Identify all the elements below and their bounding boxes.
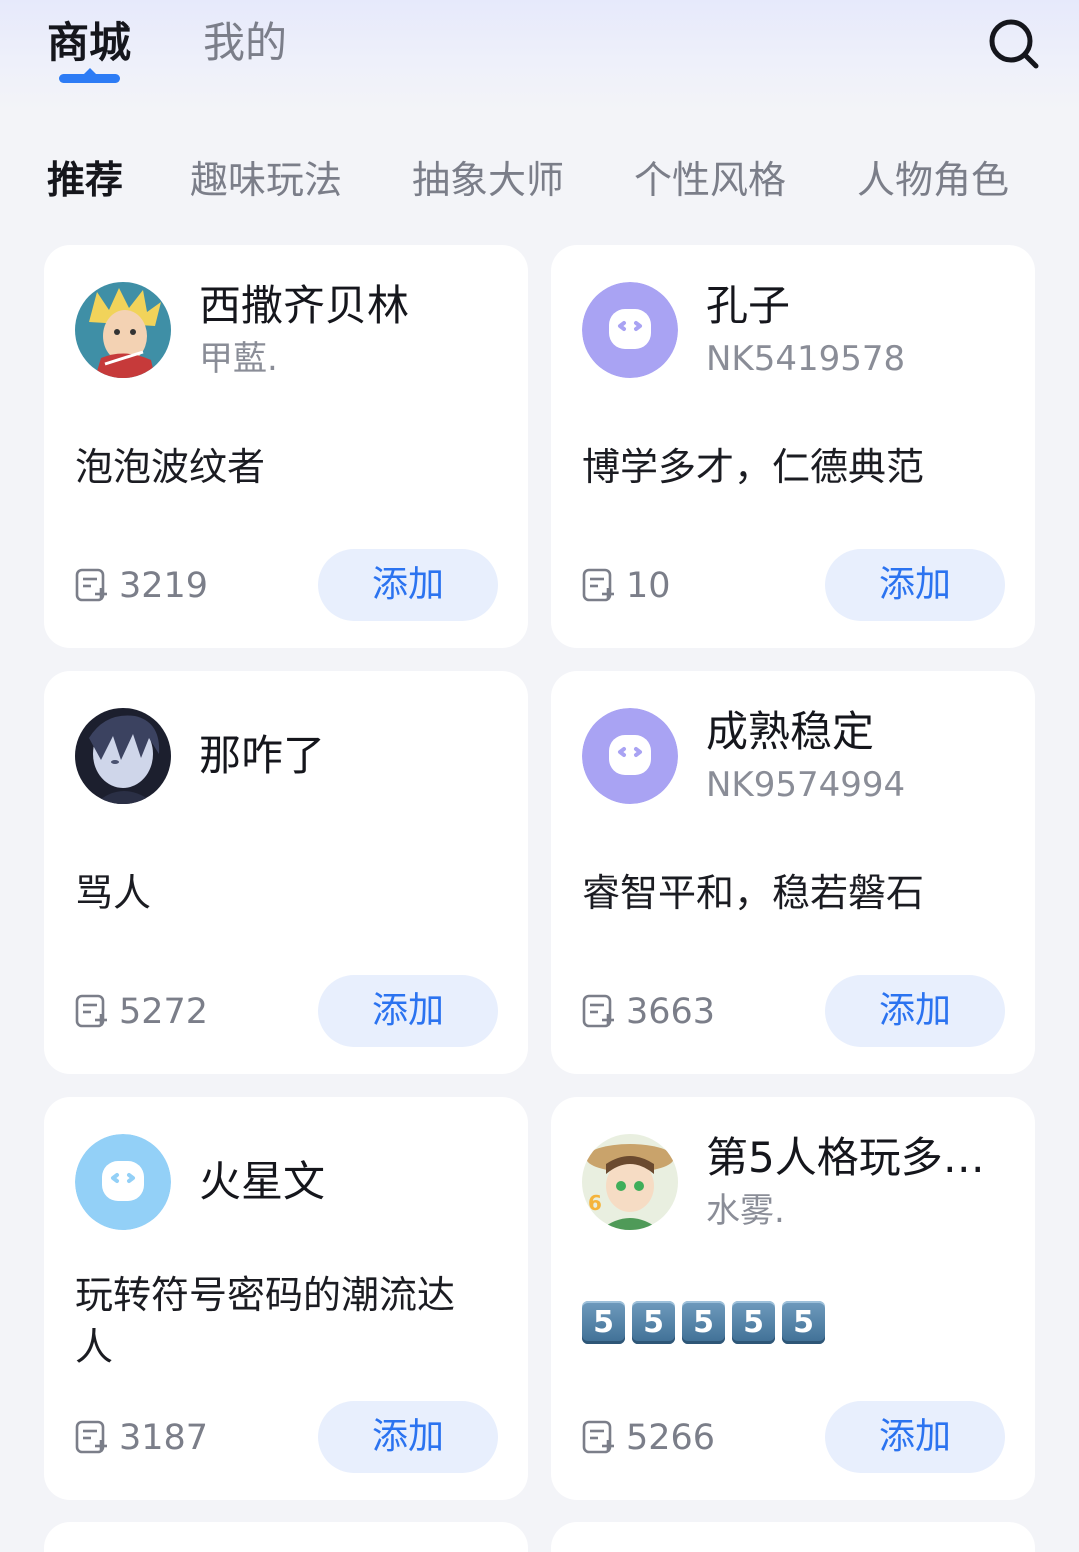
keycap-5: 5 (682, 1301, 725, 1344)
author-name: 甲藍. (199, 339, 278, 379)
add-button[interactable]: 添加 (825, 975, 1005, 1047)
character-card-partial[interactable] (44, 1522, 528, 1552)
add-button[interactable]: 添加 (318, 1401, 498, 1473)
avatar (75, 1134, 171, 1230)
bot-icon (582, 708, 678, 804)
search-icon (989, 19, 1039, 69)
add-button[interactable]: 添加 (318, 549, 498, 621)
character-description: 骂人 (75, 871, 152, 915)
chat-add-icon (75, 1420, 107, 1454)
avatar (582, 708, 678, 804)
tab-active-indicator (59, 68, 120, 83)
character-card-partial[interactable] (551, 1522, 1035, 1552)
character-card[interactable]: 孔子 NK5419578 博学多才，仁德典范 10 添加 (551, 245, 1035, 648)
chat-add-icon (582, 994, 614, 1028)
character-name: 成熟稳定 (706, 707, 875, 756)
usage-count: 10 (582, 564, 671, 608)
character-card[interactable]: 那咋了 骂人 5272 添加 (44, 671, 528, 1074)
usage-count-value: 5266 (626, 1418, 716, 1458)
character-description: 玩转符号密码的潮流达人 (75, 1273, 456, 1369)
bot-icon (582, 282, 678, 378)
top-header: 商城 我的 (0, 0, 1079, 110)
character-name: 孔子 (706, 281, 791, 330)
avatar (582, 282, 678, 378)
bot-icon (75, 1134, 171, 1230)
chat-add-icon (75, 568, 107, 602)
usage-count-value: 5272 (119, 992, 209, 1032)
author-name: 水雾. (706, 1191, 785, 1231)
character-description: 5 5 5 5 5 (582, 1301, 825, 1344)
character-name: 第5人格玩多… (706, 1133, 985, 1182)
keycap-5: 5 (732, 1301, 775, 1344)
character-description: 泡泡波纹者 (75, 445, 266, 489)
add-button[interactable]: 添加 (825, 1401, 1005, 1473)
search-button[interactable] (986, 16, 1042, 72)
category-tab-style[interactable]: 个性风格 (634, 152, 786, 208)
usage-count: 5272 (75, 990, 208, 1034)
character-name: 火星文 (199, 1157, 326, 1206)
author-name: NK5419578 (706, 339, 906, 379)
usage-count: 3219 (75, 564, 208, 608)
character-card[interactable]: 西撒齐贝林 甲藍. 泡泡波纹者 3219 添加 (44, 245, 528, 648)
character-name: 西撒齐贝林 (199, 281, 410, 330)
avatar (75, 282, 171, 378)
usage-count-value: 3663 (626, 992, 716, 1032)
add-button[interactable]: 添加 (318, 975, 498, 1047)
category-tab-characters[interactable]: 人物角色 (857, 152, 1009, 208)
character-card[interactable]: 6 第5人格玩多… 水雾. 5 5 5 5 5 5266 添加 (551, 1097, 1035, 1500)
character-description: 博学多才，仁德典范 (582, 445, 925, 489)
category-tab-abstract[interactable]: 抽象大师 (412, 152, 564, 208)
chat-add-icon (75, 994, 107, 1028)
usage-count-value: 3187 (119, 1418, 209, 1458)
svg-text:6: 6 (588, 1191, 602, 1215)
usage-count: 3187 (75, 1416, 208, 1460)
keycap-5: 5 (632, 1301, 675, 1344)
usage-count: 3663 (582, 990, 715, 1034)
chat-add-icon (582, 568, 614, 602)
category-tab-fun[interactable]: 趣味玩法 (190, 152, 342, 208)
tab-mine[interactable]: 我的 (203, 14, 287, 72)
add-button[interactable]: 添加 (825, 549, 1005, 621)
character-card[interactable]: 火星文 玩转符号密码的潮流达人 3187 添加 (44, 1097, 528, 1500)
chat-add-icon (582, 1420, 614, 1454)
keycap-5: 5 (582, 1301, 625, 1344)
usage-count-value: 3219 (119, 566, 209, 606)
author-name: NK9574994 (706, 765, 906, 805)
character-description: 睿智平和，稳若磐石 (582, 871, 925, 915)
usage-count-value: 10 (626, 566, 671, 606)
category-tab-recommended[interactable]: 推荐 (47, 152, 123, 208)
keycap-5: 5 (782, 1301, 825, 1344)
tab-store[interactable]: 商城 (47, 14, 131, 72)
usage-count: 5266 (582, 1416, 715, 1460)
avatar: 6 (582, 1134, 678, 1230)
avatar (75, 708, 171, 804)
character-name: 那咋了 (199, 731, 326, 780)
character-card[interactable]: 成熟稳定 NK9574994 睿智平和，稳若磐石 3663 添加 (551, 671, 1035, 1074)
